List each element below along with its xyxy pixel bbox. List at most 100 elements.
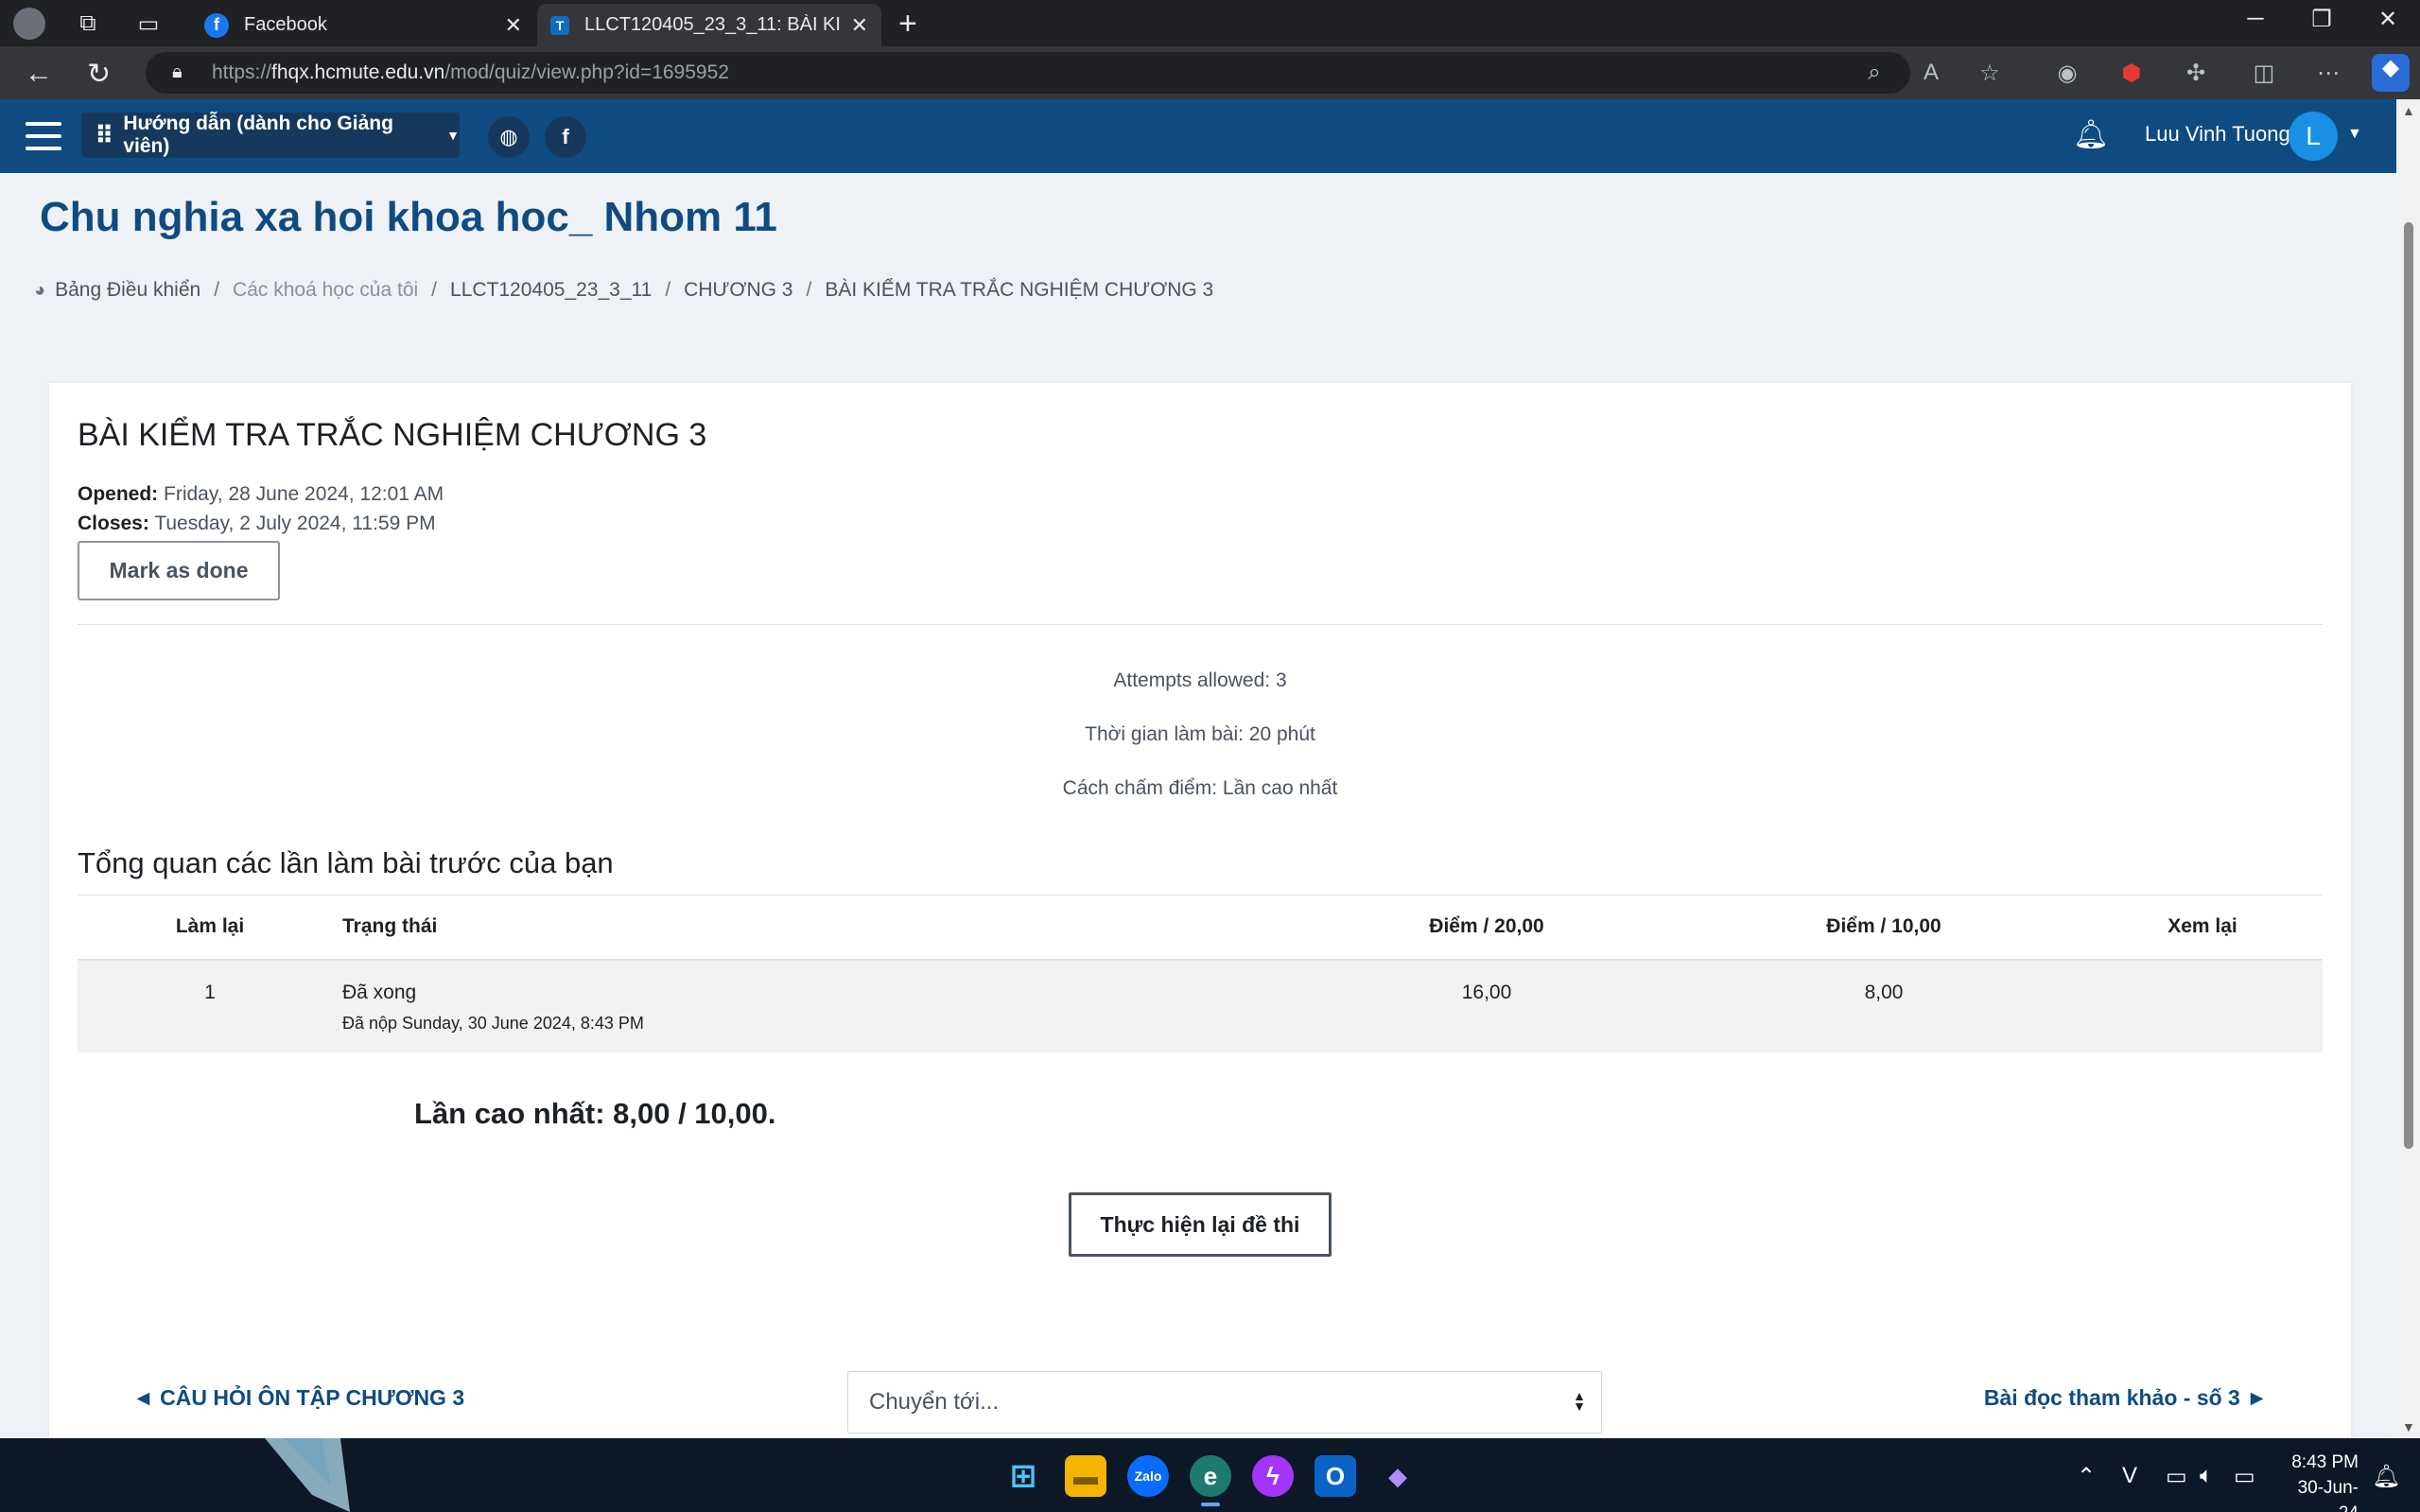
tab-title: Facebook [244, 14, 327, 35]
facebook-icon: f [204, 12, 229, 38]
attempts-summary-title: Tổng quan các lần làm bài trước của bạn [78, 846, 614, 879]
vpn-icon[interactable]: V [2122, 1463, 2137, 1489]
table-header-row: Làm lại Trạng thái Điểm / 20,00 Điểm / 1… [78, 895, 2323, 961]
zoom-icon[interactable]: ⌕ [1857, 60, 1891, 86]
ublock-icon[interactable]: ⬢ [2115, 60, 2149, 87]
jump-to-select[interactable]: Chuyển tới... ▲ ▼ [847, 1371, 1602, 1434]
guide-dropdown[interactable]: ⠿ Hướng dẫn (dành cho Giảng viên) ▼ [81, 113, 460, 158]
closes-label: Closes: [78, 513, 149, 534]
user-name[interactable]: Luu Vinh Tuong [2145, 122, 2290, 147]
outlook-icon[interactable]: O [1314, 1455, 1356, 1497]
favorite-star-icon[interactable]: ☆ [1973, 60, 2007, 87]
read-aloud-icon[interactable]: A [1914, 60, 1948, 86]
notification-bell-icon[interactable]: 🔔︎ [2073, 118, 2109, 151]
minimize-icon[interactable]: ─ [2227, 6, 2284, 32]
restore-icon[interactable]: ❐ [2293, 6, 2350, 33]
quiz-title: BÀI KIỂM TRA TRẮC NGHIỆM CHƯƠNG 3 [78, 417, 707, 453]
user-menu-caret-icon[interactable]: ▼ [2347, 126, 2362, 143]
closes-date: Closes: Tuesday, 2 July 2024, 11:59 PM [78, 513, 436, 535]
wallpaper-decoration [265, 1438, 350, 1512]
site-navbar: ⠿ Hướng dẫn (dành cho Giảng viên) ▼ ◍ f … [0, 99, 2396, 173]
url-path: /mod/quiz/view.php?id=1695952 [444, 61, 729, 83]
battery-icon[interactable]: ▭ [2234, 1463, 2255, 1490]
app-icon[interactable]: ◆ [1377, 1455, 1419, 1497]
highest-grade: Lần cao nhất: 8,00 / 10,00. [414, 1097, 776, 1130]
mark-as-done-button[interactable]: Mark as done [78, 541, 280, 600]
grading-method: Cách chấm điểm: Lần cao nhất [1062, 777, 1338, 799]
browser-tab-bar: ⧉ ▭ f Facebook ✕ T LLCT120405_23_3_11: B… [0, 0, 2420, 46]
breadcrumb-item-quiz[interactable]: BÀI KIỂM TRA TRẮC NGHIỆM CHƯƠNG 3 [825, 279, 1213, 302]
opened-label: Opened: [78, 483, 159, 505]
more-menu-icon[interactable]: ⋯ [2311, 60, 2345, 87]
refresh-icon[interactable]: ↻ [87, 58, 111, 91]
attempt-review[interactable] [2082, 959, 2323, 1052]
moodle-icon: T [550, 15, 569, 35]
volume-icon[interactable]: 🔈︎ [2200, 1463, 2213, 1489]
breadcrumb-item-course[interactable]: LLCT120405_23_3_11 [450, 279, 652, 302]
tab-title: LLCT120405_23_3_11: BÀI KIỂM T [584, 14, 842, 35]
next-activity-link[interactable]: Bài đọc tham khảo - số 3 ► [1984, 1385, 2268, 1411]
network-icon[interactable]: ▭ [2166, 1463, 2187, 1490]
profile-avatar-icon[interactable] [13, 8, 45, 40]
start-windows-icon[interactable]: ⊞ [1002, 1455, 1044, 1497]
close-window-icon[interactable]: ✕ [2359, 6, 2416, 33]
attempt-grade: 8,00 [1685, 959, 2082, 1052]
breadcrumb-item-my-courses[interactable]: Các khoá học của tôi [233, 279, 418, 302]
address-bar[interactable]: 🔒︎ https://fhqx.hcmute.edu.vn/mod/quiz/v… [146, 52, 1910, 94]
messenger-icon[interactable]: ϟ [1252, 1455, 1294, 1497]
close-tab-icon[interactable]: ✕ [851, 13, 868, 38]
table-row: 1 Đã xong Đã nộp Sunday, 30 June 2024, 8… [78, 959, 2323, 1052]
breadcrumb-separator: / [214, 279, 220, 301]
url-prefix: https:// [212, 61, 272, 83]
col-attempt: Làm lại [78, 895, 342, 961]
opened-date: Opened: Friday, 28 June 2024, 12:01 AM [78, 483, 444, 506]
apps-grid-icon: ⠿ [95, 120, 113, 149]
attempts-allowed: Attempts allowed: 3 [1113, 669, 1287, 691]
show-hidden-icons-icon[interactable]: ⌃ [2077, 1463, 2096, 1490]
course-title: Chu nghia xa hoi khoa hoc_ Nhom 11 [40, 194, 777, 240]
attempt-submitted: Đã nộp Sunday, 30 June 2024, 8:43 PM [342, 1013, 644, 1033]
extensions-puzzle-icon[interactable]: ✣ [2179, 60, 2213, 87]
tab-quiz[interactable]: T LLCT120405_23_3_11: BÀI KIỂM T ✕ [537, 4, 881, 46]
tab-facebook[interactable]: f Facebook ✕ [191, 4, 535, 46]
scroll-up-icon[interactable]: ▲ [2402, 103, 2415, 118]
opened-value: Friday, 28 June 2024, 12:01 AM [164, 483, 444, 505]
scroll-down-icon[interactable]: ▼ [2402, 1419, 2415, 1434]
extension-icon[interactable]: ◉ [2050, 60, 2084, 87]
notifications-icon[interactable]: 🔔︎ [2372, 1463, 2400, 1490]
file-explorer-icon[interactable]: ▬ [1065, 1455, 1106, 1497]
globe-icon[interactable]: ◍ [488, 116, 530, 158]
menu-hamburger-icon[interactable] [26, 122, 61, 150]
split-screen-icon[interactable]: ◫ [2247, 60, 2281, 87]
breadcrumb-separator: / [806, 279, 812, 301]
edge-browser-icon[interactable]: e [1190, 1455, 1231, 1497]
back-icon[interactable]: ← [25, 58, 53, 90]
windows-taskbar: ⊞ ▬ Zalo e ϟ O ◆ ⌃ V ▭ 🔈︎ ▭ 8:43 PM 30-J… [0, 1438, 2420, 1512]
clock-date: 30-Jun-24 [2297, 1478, 2359, 1512]
browser-toolbar: ← ↻ 🔒︎ https://fhqx.hcmute.edu.vn/mod/qu… [0, 46, 2420, 99]
select-arrows-icon: ▲ ▼ [1573, 1388, 1586, 1414]
previous-activity-link[interactable]: ◄ CÂU HỎI ÔN TẬP CHƯƠNG 3 [132, 1385, 464, 1411]
user-avatar[interactable]: L [2289, 112, 2338, 161]
breadcrumb-separator: / [431, 279, 438, 301]
close-tab-icon[interactable]: ✕ [505, 13, 522, 38]
guide-label: Hướng dẫn (dành cho Giảng viên) [123, 113, 393, 157]
copilot-icon[interactable]: ◆ [2372, 54, 2410, 92]
system-clock[interactable]: 8:43 PM 30-Jun-24 [2279, 1450, 2359, 1512]
breadcrumb-item-dashboard[interactable]: Bảng Điều khiển [55, 279, 200, 302]
attempt-number: 1 [78, 959, 342, 1052]
breadcrumb-separator: / [665, 279, 671, 301]
scrollbar-thumb[interactable] [2404, 222, 2413, 1149]
workspaces-icon[interactable]: ⧉ [72, 8, 104, 40]
zalo-icon[interactable]: Zalo [1127, 1455, 1169, 1497]
tab-actions-icon[interactable]: ▭ [132, 8, 165, 40]
col-review: Xem lại [2082, 895, 2323, 961]
facebook-link-icon[interactable]: f [545, 116, 586, 158]
breadcrumb-item-section[interactable]: CHƯƠNG 3 [684, 279, 792, 302]
reattempt-quiz-button[interactable]: Thực hiện lại đề thi [1069, 1192, 1332, 1257]
url-host: fhqx.hcmute.edu.vn [271, 61, 445, 83]
new-tab-icon[interactable]: + [898, 6, 917, 43]
col-marks: Điểm / 20,00 [1288, 895, 1685, 961]
vertical-scrollbar[interactable]: ▲ ▼ [2396, 99, 2420, 1438]
divider [78, 624, 2323, 625]
